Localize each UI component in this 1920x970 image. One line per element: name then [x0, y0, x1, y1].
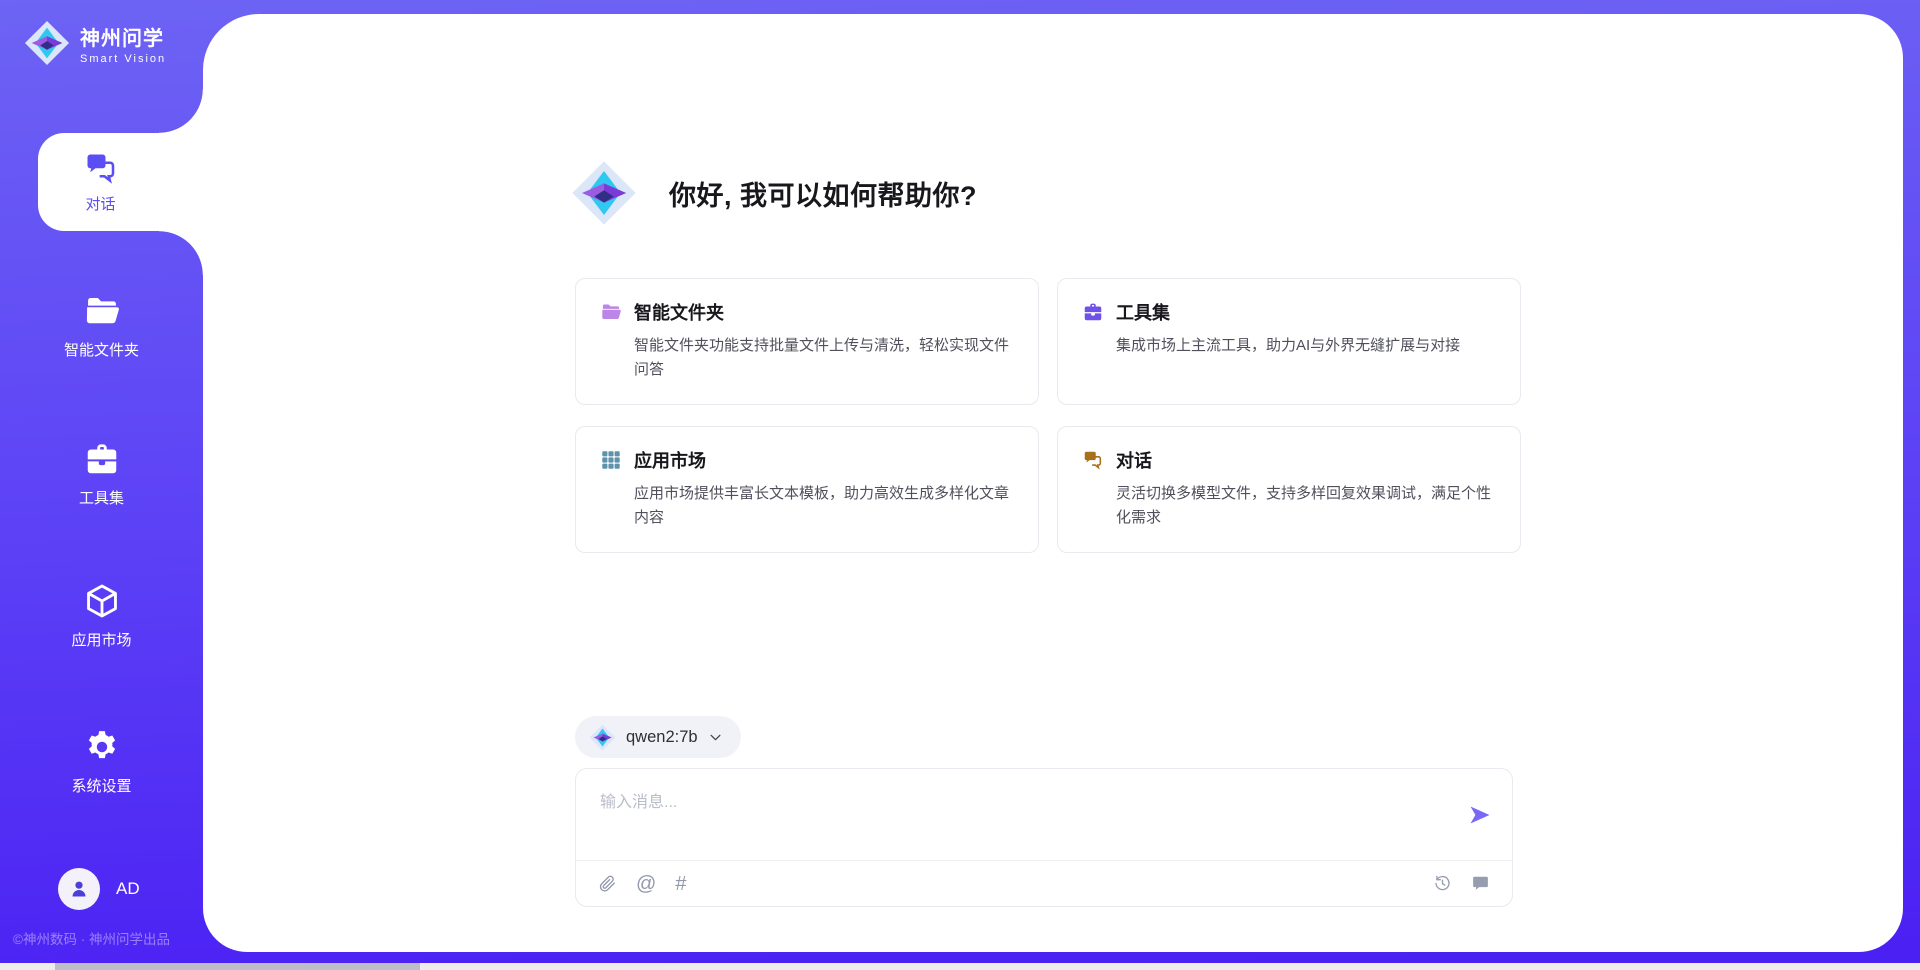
sidebar-item-label: 工具集 [79, 487, 124, 508]
brand-name: 神州问学 [80, 22, 166, 51]
card-header: 应用市场 [600, 447, 1014, 473]
model-name: qwen2:7b [626, 728, 698, 747]
greeting-block: 你好, 我可以如何帮助你? [571, 160, 977, 226]
brand-diamond-icon [24, 20, 70, 66]
app-logo: 神州问学 Smart Vision [24, 20, 166, 66]
card-header: 对话 [1082, 447, 1496, 473]
hash-icon: # [675, 874, 686, 894]
history-icon [1433, 874, 1452, 893]
user-initials: AD [116, 879, 140, 899]
greeting-diamond-icon [571, 160, 637, 226]
sidebar-item-app-market[interactable]: 应用市场 [0, 582, 203, 650]
sidebar-item-toolset[interactable]: 工具集 [0, 440, 203, 508]
topic-button[interactable]: # [675, 874, 686, 894]
briefcase-icon [1082, 301, 1104, 323]
toolbar-left: @ # [598, 874, 686, 894]
model-diamond-icon [589, 724, 616, 751]
feature-cards: 智能文件夹 智能文件夹功能支持批量文件上传与清洗，轻松实现文件问答 工具集 集成… [575, 278, 1521, 553]
card-toolset[interactable]: 工具集 集成市场上主流工具，助力AI与外界无缝扩展与对接 [1057, 278, 1521, 405]
folder-icon [600, 301, 622, 323]
card-description: 灵活切换多模型文件，支持多样回复效果调试，满足个性化需求 [1116, 482, 1496, 530]
gear-icon [83, 728, 121, 766]
paperclip-icon [598, 874, 617, 893]
composer-toolbar: @ # [576, 861, 1512, 906]
send-icon [1468, 803, 1492, 827]
card-title: 工具集 [1116, 299, 1170, 325]
brand-text: 神州问学 Smart Vision [80, 22, 166, 65]
mention-button[interactable]: @ [636, 874, 656, 894]
avatar [58, 868, 100, 910]
brand-subtitle: Smart Vision [80, 53, 166, 65]
chat-icon [83, 150, 119, 186]
copyright-footer: ©神州数码 · 神州问学出品 [13, 928, 170, 948]
card-smart-folder[interactable]: 智能文件夹 智能文件夹功能支持批量文件上传与清洗，轻松实现文件问答 [575, 278, 1039, 405]
main-panel: 你好, 我可以如何帮助你? 智能文件夹 智能文件夹功能支持批量文件上传与清洗，轻… [203, 14, 1903, 952]
card-description: 智能文件夹功能支持批量文件上传与清洗，轻松实现文件问答 [634, 334, 1014, 382]
greeting-title: 你好, 我可以如何帮助你? [669, 174, 977, 213]
card-title: 应用市场 [634, 447, 706, 473]
chevron-down-icon [708, 730, 723, 745]
apps-grid-icon [600, 449, 622, 471]
cube-icon [83, 582, 121, 620]
sidebar-item-smart-folder[interactable]: 智能文件夹 [0, 292, 203, 360]
sidebar-item-chat[interactable]: 对话 [38, 133, 203, 231]
folder-icon [83, 292, 121, 330]
card-title: 对话 [1116, 447, 1152, 473]
card-header: 智能文件夹 [600, 299, 1014, 325]
card-description: 应用市场提供丰富长文本模板，助力高效生成多样化文章内容 [634, 482, 1014, 530]
card-header: 工具集 [1082, 299, 1496, 325]
toolbox-icon [83, 440, 121, 478]
chat-icon [1082, 449, 1104, 471]
attach-button[interactable] [598, 874, 617, 893]
card-chat[interactable]: 对话 灵活切换多模型文件，支持多样回复效果调试，满足个性化需求 [1057, 426, 1521, 553]
person-icon [67, 877, 91, 901]
at-icon: @ [636, 874, 656, 894]
horizontal-scrollbar[interactable] [0, 963, 1920, 970]
chat-bubble-icon [1471, 874, 1490, 893]
sidebar: 神州问学 Smart Vision 对话 智能文件夹 工具集 应用市场 [0, 0, 203, 970]
scrollbar-thumb[interactable] [55, 963, 420, 970]
sidebar-item-label: 智能文件夹 [64, 339, 139, 360]
history-button[interactable] [1433, 874, 1452, 893]
message-input[interactable] [576, 769, 1432, 847]
message-composer: @ # [575, 768, 1513, 907]
send-button[interactable] [1468, 803, 1492, 827]
sidebar-item-label: 系统设置 [71, 775, 131, 796]
user-profile[interactable]: AD [58, 868, 140, 910]
model-selector[interactable]: qwen2:7b [575, 716, 741, 758]
toolbar-right [1433, 874, 1490, 893]
card-description: 集成市场上主流工具，助力AI与外界无缝扩展与对接 [1116, 334, 1496, 358]
sidebar-item-label: 对话 [85, 193, 115, 214]
sidebar-item-label: 应用市场 [71, 629, 131, 650]
conversation-button[interactable] [1471, 874, 1490, 893]
card-title: 智能文件夹 [634, 299, 724, 325]
sidebar-item-settings[interactable]: 系统设置 [0, 728, 203, 796]
card-app-market[interactable]: 应用市场 应用市场提供丰富长文本模板，助力高效生成多样化文章内容 [575, 426, 1039, 553]
